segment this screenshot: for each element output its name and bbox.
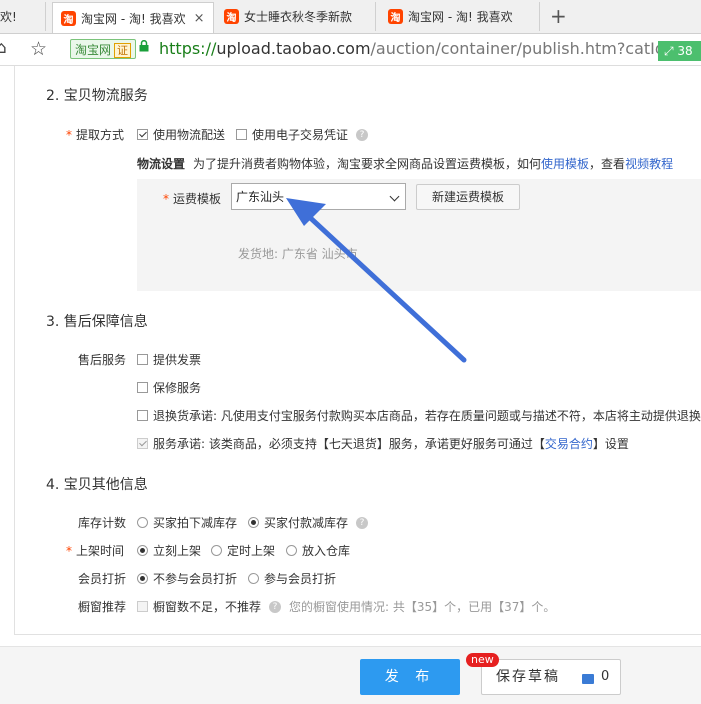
- checkbox-disabled-icon: [137, 601, 148, 612]
- logistics-setting-label: 物流设置: [137, 157, 186, 171]
- radio-icon: [137, 517, 148, 528]
- publish-form: 2. 宝贝物流服务 * 提取方式 使用物流配送 使用电子交易凭证? 物流设置 为了…: [0, 66, 701, 646]
- required-mark: *: [66, 544, 72, 558]
- url-path: /auction/container/publish.htm?catId=50: [370, 39, 699, 58]
- new-badge: new: [466, 653, 499, 667]
- use-logistics-checkbox[interactable]: 使用物流配送: [137, 126, 225, 143]
- tab-title: 淘宝网 - 淘! 我喜欢: [81, 11, 186, 26]
- help-icon[interactable]: ?: [356, 516, 369, 529]
- member-discount-label: 会员打折: [78, 572, 127, 586]
- pickup-method-label: * 提取方式: [66, 128, 125, 142]
- checkbox-icon: [137, 410, 148, 421]
- extension-count: 38: [677, 44, 693, 58]
- section-title-logistics: 2. 宝贝物流服务: [46, 88, 148, 104]
- ship-from-text: 发货地: 广东省 汕头市: [238, 247, 358, 261]
- use-template-link[interactable]: 使用模板: [541, 155, 589, 172]
- url-scheme: https://: [159, 39, 217, 58]
- shelf-time-label: * 上架时间: [66, 544, 125, 558]
- help-icon[interactable]: ?: [356, 128, 369, 141]
- close-tab-icon[interactable]: ×: [194, 11, 205, 26]
- checkbox-checked-icon: [137, 129, 148, 140]
- publish-button[interactable]: 发 布: [360, 659, 460, 695]
- radio-icon: [248, 573, 259, 584]
- selected-template: 广东汕头: [236, 190, 285, 204]
- required-mark: *: [163, 192, 169, 206]
- checkbox-checked-disabled-icon: [137, 438, 148, 449]
- member-discount-radio[interactable]: 参与会员打折: [248, 570, 336, 587]
- browser-tab-bar: 欢! 淘 淘宝网 - 淘! 我喜欢 × 淘 女士睡衣秋冬季新款 淘 淘宝网 - …: [0, 0, 701, 34]
- draft-box-icon[interactable]: [582, 674, 594, 684]
- section-title-other: 4. 宝贝其他信息: [46, 477, 148, 493]
- tab-title: 淘宝网 - 淘! 我喜欢: [408, 10, 513, 24]
- draft-count: 0: [601, 669, 610, 684]
- extension-button[interactable]: ⤢ 38: [658, 41, 701, 61]
- aftersale-service-label: 售后服务: [78, 353, 127, 367]
- required-mark: *: [66, 128, 72, 142]
- bookmark-star-icon[interactable]: ☆: [30, 38, 47, 60]
- lock-icon: [139, 40, 149, 52]
- browser-tab-active[interactable]: 淘 淘宝网 - 淘! 我喜欢 ×: [52, 2, 214, 33]
- window-usage-text: 您的橱窗使用情况: 共【35】个，已用【37】个。: [289, 600, 556, 614]
- save-draft-button[interactable]: 保存草稿: [481, 659, 621, 695]
- shelf-now-radio[interactable]: 立刻上架: [137, 542, 201, 559]
- shelf-warehouse-radio[interactable]: 放入仓库: [286, 542, 350, 559]
- action-footer: 发 布 保存草稿 0 new: [0, 646, 701, 704]
- freight-template-select[interactable]: 广东汕头: [231, 183, 406, 210]
- radio-selected-icon: [248, 517, 259, 528]
- browser-tab[interactable]: 淘 淘宝网 - 淘! 我喜欢: [380, 2, 540, 31]
- chevron-down-icon: [389, 191, 400, 202]
- view-text: ，查看: [589, 157, 626, 171]
- url-host: upload.taobao.com: [216, 39, 371, 58]
- cert-icon: 证: [114, 43, 132, 58]
- radio-icon: [211, 545, 222, 556]
- checkbox-icon: [236, 129, 247, 140]
- taobao-favicon-icon: 淘: [224, 9, 239, 24]
- invoice-checkbox[interactable]: 提供发票: [137, 351, 201, 368]
- radio-icon: [286, 545, 297, 556]
- radio-selected-icon: [137, 545, 148, 556]
- new-template-button[interactable]: 新建运费模板: [416, 184, 520, 210]
- tab-title: 欢!: [0, 10, 17, 24]
- video-tutorial-link[interactable]: 视频教程: [625, 155, 673, 172]
- radio-selected-icon: [137, 573, 148, 584]
- stock-count-label: 库存计数: [78, 516, 127, 530]
- site-name: 淘宝网: [75, 43, 112, 57]
- address-bar: ⌂ ☆ 淘宝网证 https://upload.taobao.com/aucti…: [0, 34, 701, 66]
- tab-title: 女士睡衣秋冬季新款: [244, 10, 353, 24]
- taobao-favicon-icon: 淘: [388, 9, 403, 24]
- taobao-favicon-icon: 淘: [61, 10, 76, 26]
- warranty-checkbox[interactable]: 保修服务: [137, 379, 201, 396]
- trade-contract-link[interactable]: 交易合约: [545, 435, 593, 452]
- logistics-setting-row: 物流设置 为了提升消费者购物体验，淘宝要求全网商品设置运费模板，如何 使用模板 …: [137, 155, 673, 172]
- window-recommend-label: 橱窗推荐: [78, 600, 127, 614]
- checkbox-icon: [137, 382, 148, 393]
- browser-tab[interactable]: 淘 女士睡衣秋冬季新款: [216, 2, 376, 31]
- window-recommend-checkbox: 橱窗数不足，不推荐? 您的橱窗使用情况: 共【35】个，已用【37】个。: [137, 598, 555, 615]
- url-field[interactable]: https://upload.taobao.com/auction/contai…: [159, 39, 699, 58]
- section-title-aftersale: 3. 售后保障信息: [46, 314, 148, 330]
- stock-option-radio[interactable]: 买家拍下减库存: [137, 514, 237, 531]
- service-promise-checkbox: 服务承诺: 该类商品，必须支持【七天退货】服务，承诺更好服务可通过【 交易合约 】设…: [137, 435, 629, 452]
- freight-template-label: * 运费模板: [163, 192, 222, 206]
- checkbox-icon: [137, 354, 148, 365]
- browser-tab[interactable]: 欢!: [0, 2, 46, 31]
- shelf-scheduled-radio[interactable]: 定时上架: [211, 542, 275, 559]
- site-cert-badge[interactable]: 淘宝网证: [70, 39, 137, 59]
- help-icon[interactable]: ?: [269, 600, 282, 613]
- use-e-voucher-checkbox[interactable]: 使用电子交易凭证?: [236, 126, 369, 143]
- stock-option-radio-selected[interactable]: 买家付款减库存?: [248, 514, 369, 531]
- new-tab-icon[interactable]: +: [550, 4, 567, 28]
- return-promise-checkbox[interactable]: 退换货承诺: 凡使用支付宝服务付款购买本店商品，若存在质量问题或与描述不符，本店…: [137, 407, 701, 424]
- no-member-discount-radio[interactable]: 不参与会员打折: [137, 570, 237, 587]
- logistics-note: 为了提升消费者购物体验，淘宝要求全网商品设置运费模板，如何: [193, 157, 542, 171]
- home-icon[interactable]: ⌂: [0, 38, 7, 58]
- expand-icon: ⤢: [664, 44, 678, 58]
